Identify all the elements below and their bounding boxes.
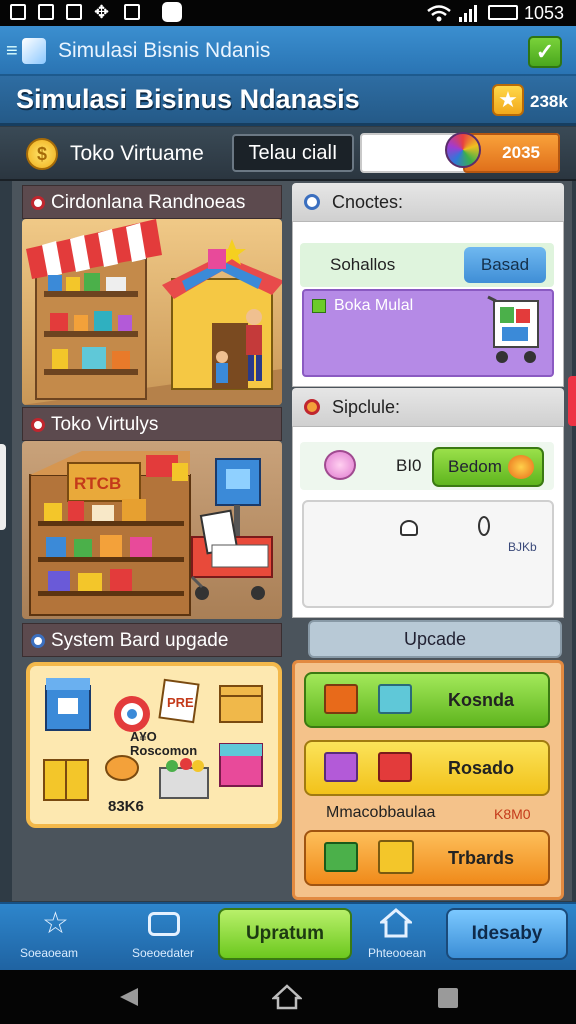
nav-label: Soeoedater <box>131 946 195 960</box>
back-icon[interactable] <box>118 986 140 1008</box>
purple-card-label: Boka Mulal <box>334 297 414 314</box>
panel-icon <box>304 194 320 210</box>
home-nav-icon[interactable] <box>272 984 302 1010</box>
shop-scene-2[interactable]: RTCB <box>22 441 282 619</box>
upgrade-label: A¥O Roscomon <box>130 729 198 758</box>
section-icon <box>31 196 45 210</box>
cart-icon <box>324 684 358 714</box>
shopping-cart-icon <box>487 295 539 363</box>
chat-icon <box>148 912 180 936</box>
nav-item-1[interactable]: ☆ Soeaoeam <box>14 906 104 966</box>
gears-icon <box>508 455 534 479</box>
clock: 1053 <box>524 3 565 23</box>
checkmark-icon: ✓ <box>535 39 555 64</box>
store-shelf-illustration: RTCB <box>29 451 273 616</box>
box-value: BJKb <box>508 540 537 554</box>
empty-slot-box[interactable]: BJKb <box>302 500 554 608</box>
purple-card[interactable]: Boka Mulal <box>302 289 554 377</box>
row-label: Sohallos <box>330 255 396 274</box>
android-nav-bar <box>0 970 576 1024</box>
shop-illustration <box>22 219 282 405</box>
menu-icon[interactable]: ≡ <box>6 40 18 63</box>
dropbox-icon: ✥ <box>94 2 110 22</box>
shop-name: Toko Virtuame <box>70 142 204 165</box>
section-title: Cirdonlana Randnoeas <box>51 192 246 213</box>
cart-icon <box>324 752 358 782</box>
panel-title: Sipclule: <box>332 397 401 417</box>
info-label: Mmacobbaulaa <box>326 804 436 821</box>
info-value: K8M0 <box>494 806 531 822</box>
title-bar: ≡ Simulasi Bisnis Ndanis <box>0 26 576 76</box>
beach-ball-icon <box>445 132 481 168</box>
bag-icon <box>400 520 418 536</box>
upgrade-button-label: Trbards <box>447 848 514 868</box>
star-icon: ★ <box>492 84 524 116</box>
shop-field[interactable]: Telau cialI <box>232 134 354 172</box>
panel-title: Cnoctes: <box>332 192 404 212</box>
nav-label: Soeaoeam <box>19 946 79 960</box>
upgrade-button-label: Kosnda <box>447 690 514 710</box>
upgrade-button-orange[interactable]: Trbards <box>304 830 550 886</box>
section-header-2: Toko Virtulys <box>22 407 282 441</box>
panel-icon <box>304 399 320 415</box>
upgrade-button-green[interactable]: Kosnda <box>304 672 550 728</box>
value-label: BI0 <box>396 456 422 475</box>
app-icon <box>162 2 182 22</box>
photo-icon <box>38 4 54 20</box>
app-name: Simulasi Bisnis Ndanis <box>58 39 271 62</box>
game-header: Simulasi Bisinus Ndanasis <box>0 76 576 126</box>
wifi-icon <box>427 5 451 22</box>
shop-scene-1[interactable] <box>22 219 282 405</box>
star-icon: ☆ <box>42 907 69 940</box>
upgrade-items-panel[interactable]: PRE A¥O Roscomon 83K6 <box>26 662 282 828</box>
file-icon <box>66 4 82 20</box>
sign-text: PRE <box>167 695 194 710</box>
cart-icon <box>378 840 414 874</box>
game-title: Simulasi Bisinus Ndanasis <box>16 84 360 114</box>
nav-label: Phteooean <box>367 946 427 960</box>
tab-upgrade[interactable]: Upcade <box>308 620 562 658</box>
pin-icon <box>478 516 490 536</box>
panel-header-1: Cnoctes: <box>292 183 564 221</box>
upgrade-button-yellow[interactable]: Rosado <box>304 740 550 796</box>
svg-text:RTCB: RTCB <box>74 474 121 493</box>
nav-action-button[interactable]: Idesaby <box>446 908 568 960</box>
nav-item-2[interactable]: Soeoedater <box>118 906 208 966</box>
section-title: System Bard upgade <box>51 630 229 651</box>
game-screen: ✥ 1053 ≡ Simulasi Bisnis Ndanis ✓ Simula… <box>0 0 576 1024</box>
checkbox-icon <box>312 299 326 313</box>
star-count: 238k <box>530 92 568 111</box>
panel-header-2: Sipclule: <box>292 388 564 426</box>
right-side-tab[interactable] <box>568 376 576 426</box>
app-logo-icon <box>22 38 46 64</box>
battery-icon <box>488 5 518 20</box>
nav-item-4[interactable]: Phteooean <box>352 906 442 966</box>
upgrade-nav-button[interactable]: Upratum <box>218 908 352 960</box>
status-bar: ✥ 1053 <box>0 0 576 26</box>
coin-icon: $ <box>26 138 58 170</box>
mail-icon <box>10 4 26 20</box>
upgrade-button-label: Rosado <box>447 758 514 778</box>
upgrade-value: 83K6 <box>108 798 144 815</box>
confirm-button[interactable]: ✓ <box>528 36 562 68</box>
section-header-1: Cirdonlana Randnoeas <box>22 185 282 219</box>
cart-icon <box>378 684 412 714</box>
section-icon <box>31 418 45 432</box>
cart-icon <box>378 752 412 782</box>
section-header-3: System Bard upgade <box>22 623 282 657</box>
image-icon <box>124 4 140 20</box>
left-side-tab[interactable] <box>0 444 6 530</box>
signal-icon <box>459 5 477 22</box>
home-icon <box>380 908 412 938</box>
recents-icon[interactable] <box>438 988 458 1008</box>
basad-button[interactable]: Basad <box>464 247 546 283</box>
section-title: Toko Virtulys <box>51 414 159 435</box>
bedom-button[interactable]: Bedom <box>432 447 544 487</box>
gem-icon <box>324 450 356 480</box>
bedom-label: Bedom <box>448 457 502 476</box>
cart-icon <box>324 842 358 872</box>
section-icon <box>31 634 45 648</box>
